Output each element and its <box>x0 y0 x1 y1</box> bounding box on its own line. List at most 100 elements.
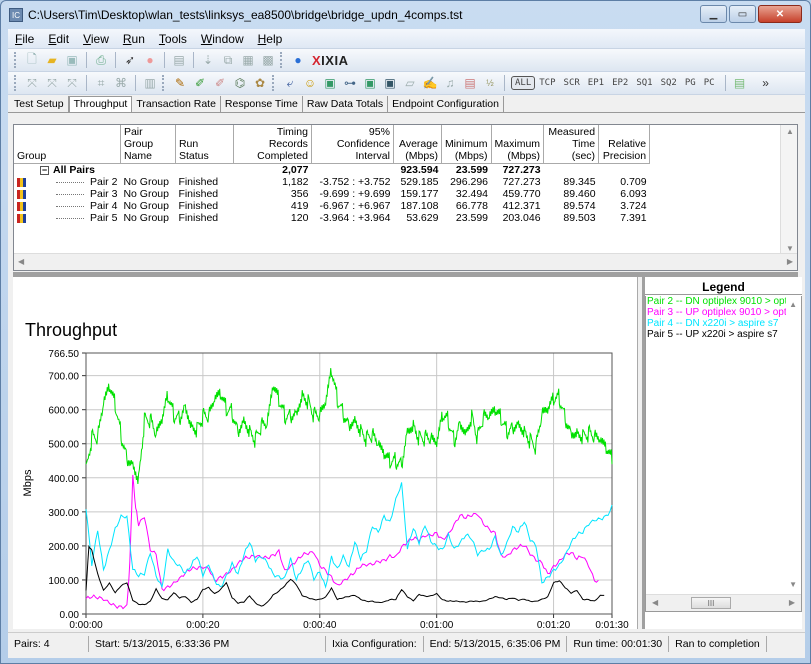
menu-tools[interactable]: Tools <box>152 32 194 46</box>
column-header-run-status[interactable]: Run Status <box>175 125 234 164</box>
title-bar[interactable]: IC C:\Users\Tim\Desktop\wlan_tests\links… <box>1 1 810 29</box>
column-header-relative-precision[interactable]: Relative Precision <box>598 125 651 164</box>
legend-item[interactable]: Pair 3 -- UP optiplex 9010 > opti <box>646 307 786 318</box>
print-icon[interactable]: ⎙ <box>93 52 109 68</box>
scroll-down-icon[interactable]: ▼ <box>789 580 797 589</box>
toolbar-grip[interactable] <box>162 75 165 91</box>
filter-tcp-button[interactable]: TCP <box>535 78 559 88</box>
filter-all-button[interactable]: ALL <box>511 76 536 90</box>
legend-item[interactable]: Pair 2 -- DN optiplex 9010 > opti <box>646 296 786 307</box>
export-icon[interactable]: ▤ <box>732 75 748 91</box>
menu-file[interactable]: File <box>8 32 41 46</box>
edit-group-icon[interactable]: ⤧ <box>64 75 80 91</box>
column-header-maximum[interactable]: Maximum (Mbps) <box>491 125 545 164</box>
tab-throughput[interactable]: Throughput <box>68 96 133 112</box>
music-icon[interactable]: ♫ <box>442 75 458 91</box>
thumb-icon[interactable]: ✐ <box>212 75 228 91</box>
monitor3-icon[interactable]: ▣ <box>382 75 398 91</box>
chart-icon[interactable]: ▤ <box>462 75 478 91</box>
legend-horizontal-scrollbar[interactable]: ◀ III ▶ <box>646 594 801 611</box>
new-icon[interactable]: 🗋 <box>24 52 40 68</box>
table-row[interactable]: Pair 3 No Group Finished 356 -9.699 : +9.699… <box>14 188 650 200</box>
monitor-icon[interactable]: ▣ <box>322 75 338 91</box>
toolbar-grip[interactable] <box>280 52 283 68</box>
menu-window[interactable]: Window <box>194 32 251 46</box>
filter-ep1-button[interactable]: EP1 <box>584 78 608 88</box>
edit-mcast-icon[interactable]: ⤧ <box>44 75 60 91</box>
delete-icon[interactable]: ▩ <box>260 52 276 68</box>
palette-icon[interactable]: ✿ <box>252 75 268 91</box>
filter-scr-button[interactable]: SCR <box>560 78 584 88</box>
stop-icon[interactable]: ● <box>142 52 158 68</box>
monitor2-icon[interactable]: ▣ <box>362 75 378 91</box>
note-icon[interactable]: ▱ <box>402 75 418 91</box>
table-row[interactable]: Pair 2 No Group Finished 1,182 -3.752 : +3.7… <box>14 176 650 188</box>
tab-endpoint-configuration[interactable]: Endpoint Configuration <box>388 96 504 112</box>
scroll-left-icon[interactable]: ◀ <box>18 257 24 266</box>
network-icon[interactable]: ⌬ <box>232 75 248 91</box>
menu-help[interactable]: Help <box>251 32 290 46</box>
wand-icon[interactable]: ✐ <box>192 75 208 91</box>
info-icon[interactable]: ● <box>290 52 306 68</box>
swap-icon[interactable]: ⌘ <box>113 75 129 91</box>
filter-pg-button[interactable]: PG <box>681 78 700 88</box>
script-icon[interactable]: ✎ <box>172 75 188 91</box>
filter-sq2-button[interactable]: SQ2 <box>657 78 681 88</box>
refresh-icon[interactable]: ▤ <box>171 52 187 68</box>
menu-edit[interactable]: Edit <box>41 32 76 46</box>
minimize-button[interactable]: ▁ <box>700 5 727 23</box>
filter-pc-button[interactable]: PC <box>700 78 719 88</box>
column-header-minimum[interactable]: Minimum (Mbps) <box>441 125 492 164</box>
legend-item[interactable]: Pair 5 -- UP x220i > aspire s7 <box>646 329 786 340</box>
legend-scroll-thumb[interactable]: III <box>691 597 731 609</box>
summary-row[interactable]: − All Pairs 2,077 923.594 23.599 727.273 <box>14 164 650 176</box>
column-header-pair-group-name[interactable]: Pair Group Name <box>120 125 176 164</box>
copy-icon[interactable]: ⧉ <box>220 52 236 68</box>
scroll-down-icon[interactable]: ▼ <box>786 244 794 253</box>
table-row[interactable]: Pair 4 No Group Finished 419 -6.967 : +6.967… <box>14 200 650 212</box>
paste-icon[interactable]: ▦ <box>240 52 256 68</box>
table-vertical-scrollbar[interactable]: ▲ ▼ <box>780 125 797 255</box>
column-header-average[interactable]: Average (Mbps) <box>393 125 442 164</box>
menu-run[interactable]: Run <box>116 32 152 46</box>
column-header-group[interactable]: Group <box>14 125 121 164</box>
tab-test-setup[interactable]: Test Setup <box>10 96 69 112</box>
signature-icon[interactable]: ✍ <box>422 75 438 91</box>
save-icon[interactable]: ▣ <box>64 52 80 68</box>
tab-response-time[interactable]: Response Time <box>220 96 303 112</box>
scroll-left-icon[interactable]: ◀ <box>652 598 658 607</box>
user-icon[interactable]: ☺ <box>302 75 318 91</box>
maximize-button[interactable]: ▭ <box>729 5 756 23</box>
toolbar-grip[interactable] <box>272 75 275 91</box>
toolbar-grip[interactable] <box>14 75 17 91</box>
collapse-toggle[interactable]: − <box>40 165 49 175</box>
open-icon[interactable]: ▰ <box>44 52 60 68</box>
add-pair-icon[interactable]: ⇣ <box>200 52 216 68</box>
edit-pair-icon[interactable]: ⤧ <box>24 75 40 91</box>
chart-pane: Throughput 0.00 100.00 200.00 300.00 400.00 50… <box>13 277 638 649</box>
scroll-right-icon[interactable]: ▶ <box>787 257 793 266</box>
tab-transaction-rate[interactable]: Transaction Rate <box>132 96 221 112</box>
topology-icon[interactable]: ⊶ <box>342 75 358 91</box>
column-header-timing-records[interactable]: Timing Records Completed <box>233 125 312 164</box>
scroll-right-icon[interactable]: ▶ <box>789 598 795 607</box>
toolbar-grip[interactable] <box>14 52 17 68</box>
link-icon[interactable]: ⤶ <box>282 75 298 91</box>
scroll-up-icon[interactable]: ▲ <box>786 127 794 136</box>
filter-ep2-button[interactable]: EP2 <box>608 78 632 88</box>
close-button[interactable]: ✕ <box>758 5 802 23</box>
table-row[interactable]: Pair 5 No Group Finished 120 -3.964 : +3.964… <box>14 212 650 224</box>
sort-icon[interactable]: ⌗ <box>93 75 109 91</box>
table-horizontal-scrollbar[interactable]: ◀ ▶ <box>14 253 797 270</box>
tab-raw-data-totals[interactable]: Raw Data Totals <box>302 96 389 112</box>
filter-sq1-button[interactable]: SQ1 <box>632 78 656 88</box>
legend-item[interactable]: Pair 4 -- DN x220i > aspire s7 <box>646 318 786 329</box>
scroll-up-icon[interactable]: ▲ <box>789 300 797 309</box>
clone-icon[interactable]: ▥ <box>142 75 158 91</box>
run-icon[interactable]: ➶ <box>122 52 138 68</box>
toolbar-overflow-button[interactable]: » <box>758 75 774 91</box>
column-header-confidence-interval[interactable]: 95% Confidence Interval <box>311 125 394 164</box>
menu-view[interactable]: View <box>76 32 116 46</box>
page-number-icon[interactable]: ½ <box>482 75 498 91</box>
column-header-measured-time[interactable]: Measured Time (sec) <box>543 125 600 164</box>
